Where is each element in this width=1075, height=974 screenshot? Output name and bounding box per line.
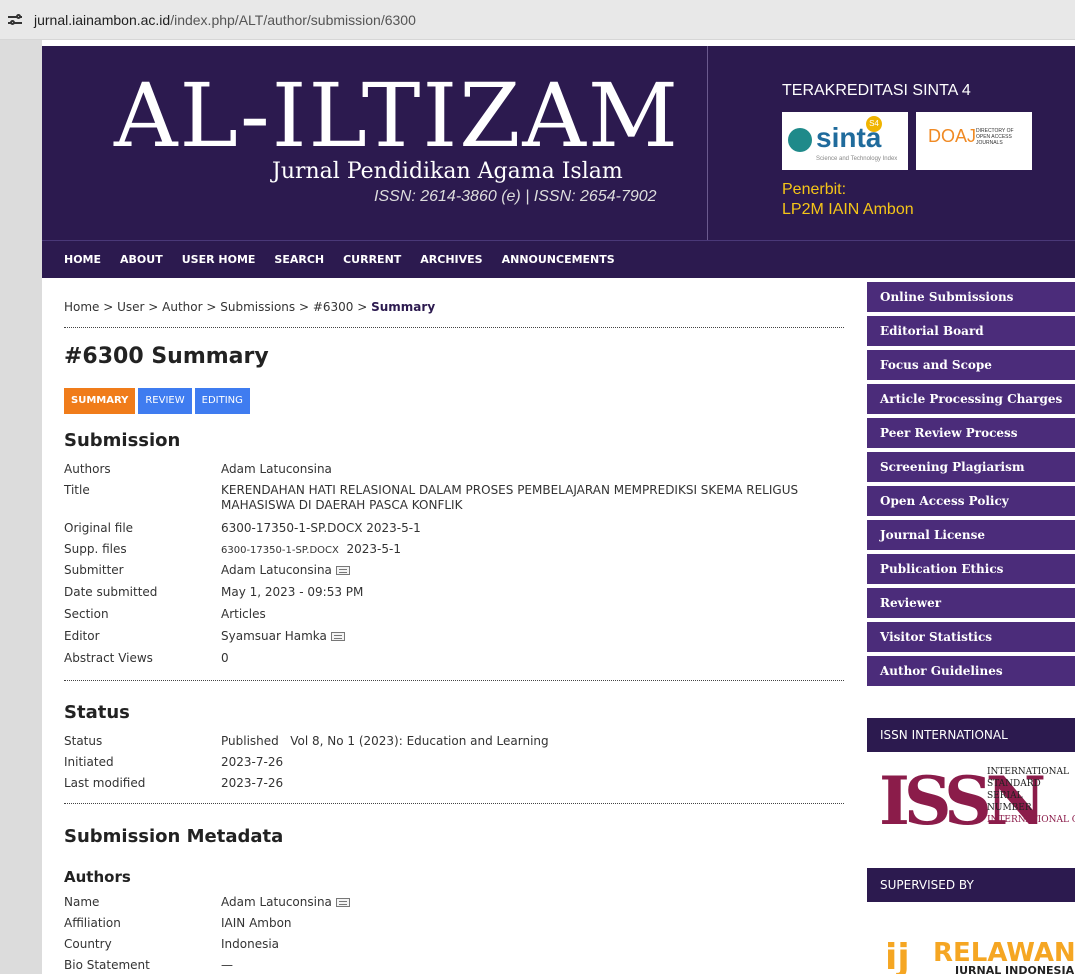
relawan-jurnal-logo[interactable]: ĳ RELAWAN JURNAL INDONESIA: [885, 940, 1075, 974]
nav-user-home[interactable]: USER HOME: [182, 253, 256, 266]
sidebar-item-peer-review[interactable]: Peer Review Process: [867, 418, 1075, 448]
relawan-mark-icon: ĳ: [885, 940, 910, 974]
sidebar-item-journal-license[interactable]: Journal License: [867, 520, 1075, 550]
subheading-authors: Authors: [64, 868, 131, 886]
issn-logo[interactable]: ISSN INTERNATIONAL STANDARD SERIAL NUMBE…: [879, 764, 1075, 838]
nav-search[interactable]: SEARCH: [274, 253, 324, 266]
divider: [64, 680, 844, 681]
tab-summary[interactable]: SUMMARY: [64, 388, 136, 414]
sinta-logo[interactable]: sinta S4 Science and Technology Index: [782, 112, 908, 170]
sidebar-item-visitor-statistics[interactable]: Visitor Statistics: [867, 622, 1075, 652]
journal-logo-title: AL-ILTIZAM: [114, 64, 681, 167]
banner-divider: [707, 46, 708, 240]
email-icon[interactable]: [330, 632, 345, 641]
divider: [64, 803, 844, 804]
sidebar-item-apc[interactable]: Article Processing Charges: [867, 384, 1075, 414]
doaj-wordmark: DOAJ: [928, 126, 977, 146]
email-icon[interactable]: [335, 566, 350, 575]
main-nav: HOME ABOUT USER HOME SEARCH CURRENT ARCH…: [42, 240, 1075, 278]
tab-review[interactable]: REVIEW: [138, 388, 192, 414]
sidebar-item-reviewer[interactable]: Reviewer: [867, 588, 1075, 618]
section-heading-metadata: Submission Metadata: [64, 826, 284, 847]
sidebar-item-screening-plagiarism[interactable]: Screening Plagiarism: [867, 452, 1075, 482]
sidebar-item-focus-scope[interactable]: Focus and Scope: [867, 350, 1075, 380]
sidebar-item-publication-ethics[interactable]: Publication Ethics: [867, 554, 1075, 584]
url-text[interactable]: jurnal.iainambon.ac.id/index.php/ALT/aut…: [34, 12, 416, 28]
divider: [64, 327, 844, 328]
journal-banner: AL-ILTIZAM Jurnal Pendidikan Agama Islam…: [42, 46, 1075, 240]
sidebar-item-author-guidelines[interactable]: Author Guidelines: [867, 656, 1075, 686]
address-bar[interactable]: jurnal.iainambon.ac.id/index.php/ALT/aut…: [0, 0, 1075, 40]
doaj-logo[interactable]: DOAJ DIRECTORY OF OPEN ACCESS JOURNALS: [916, 112, 1032, 170]
publisher-info: Penerbit: LP2M IAIN Ambon: [782, 180, 914, 220]
site-settings-icon[interactable]: [8, 13, 22, 27]
submission-tabs: SUMMARY REVIEW EDITING: [64, 388, 250, 414]
nav-current[interactable]: CURRENT: [343, 253, 401, 266]
nav-home[interactable]: HOME: [64, 253, 101, 266]
sidebar-item-editorial-board[interactable]: Editorial Board: [867, 316, 1075, 346]
issn-logo-text: INTERNATIONAL STANDARD SERIAL NUMBER INT…: [987, 767, 1075, 825]
sinta-emblem-icon: [788, 128, 812, 152]
journal-issn: ISSN: 2614-3860 (e) | ISSN: 2654-7902: [374, 188, 657, 205]
nav-about[interactable]: ABOUT: [120, 253, 163, 266]
sidebar-heading-issn: ISSN INTERNATIONAL: [867, 718, 1075, 752]
nav-archives[interactable]: ARCHIVES: [420, 253, 482, 266]
sidebar-item-online-submissions[interactable]: Online Submissions: [867, 282, 1075, 312]
journal-subtitle: Jurnal Pendidikan Agama Islam: [272, 159, 623, 184]
sidebar-item-open-access[interactable]: Open Access Policy: [867, 486, 1075, 516]
section-heading-status: Status: [64, 702, 130, 723]
sinta-badge: S4: [866, 116, 882, 132]
publisher-name: LP2M IAIN Ambon: [782, 201, 914, 218]
breadcrumb[interactable]: Home > User > Author > Submissions > #63…: [64, 300, 435, 314]
sidebar-heading-supervised: SUPERVISED BY: [867, 868, 1075, 902]
doaj-tagline: DIRECTORY OF OPEN ACCESS JOURNALS: [976, 128, 1014, 146]
tab-editing[interactable]: EDITING: [194, 388, 250, 414]
sinta-tagline: Science and Technology Index: [816, 156, 898, 162]
page-title: #6300 Summary: [64, 344, 269, 369]
nav-announcements[interactable]: ANNOUNCEMENTS: [502, 253, 615, 266]
accreditation-label: TERAKREDITASI SINTA 4: [782, 82, 971, 99]
sidebar: Online Submissions Editorial Board Focus…: [867, 278, 1075, 974]
supp-file-link[interactable]: 6300-17350-1-SP.DOCX: [221, 545, 339, 556]
publisher-label: Penerbit:: [782, 181, 847, 198]
section-heading-submission: Submission: [64, 430, 181, 451]
page: AL-ILTIZAM Jurnal Pendidikan Agama Islam…: [42, 40, 1075, 974]
email-icon[interactable]: [335, 898, 350, 907]
